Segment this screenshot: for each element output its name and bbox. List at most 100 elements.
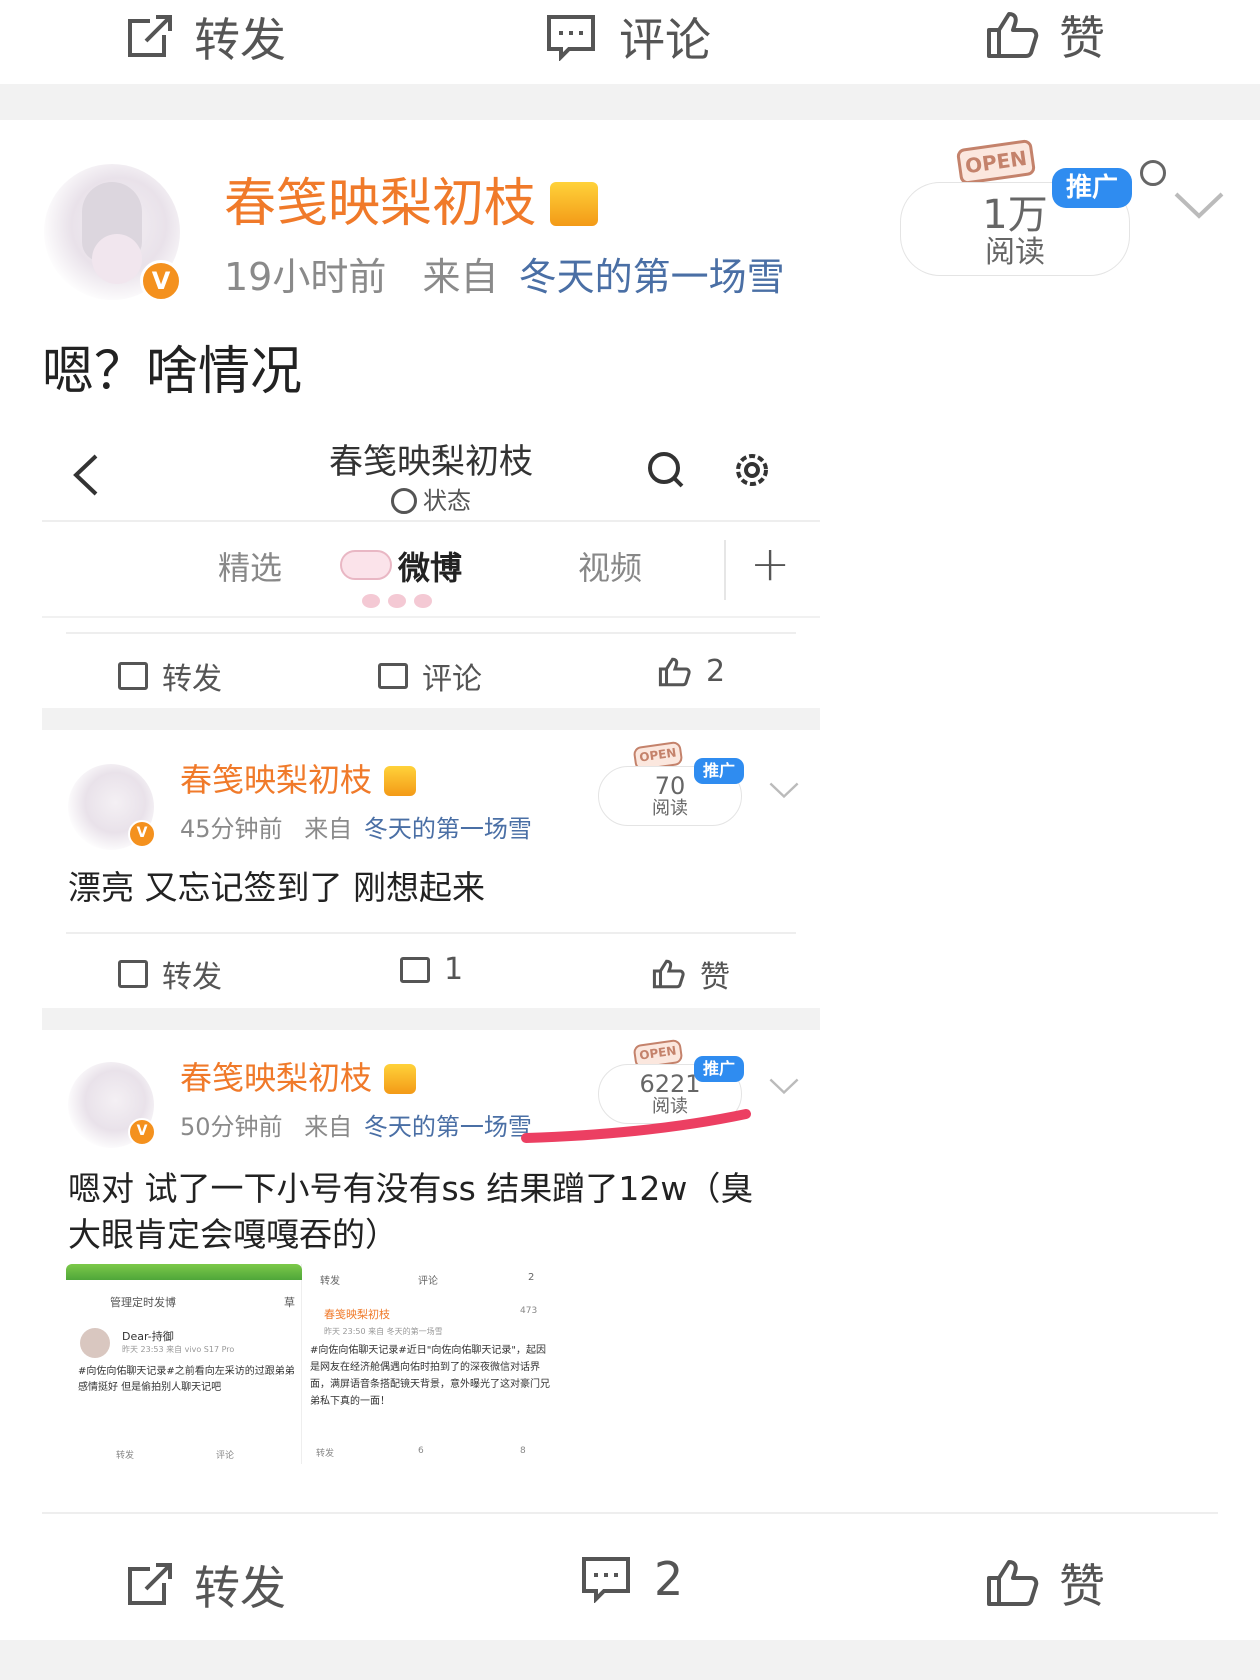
post-source[interactable]: 冬天的第一场雪: [519, 255, 785, 299]
thumb-right-top-like: 2: [528, 1272, 535, 1283]
comment-label: 评论: [422, 662, 482, 697]
tab-selected[interactable]: 精选: [218, 546, 282, 590]
card1-source: 冬天的第一场雪: [363, 815, 532, 843]
comment-button[interactable]: 评论: [545, 4, 711, 70]
like-label: 赞: [1059, 1559, 1105, 1613]
separator: [42, 708, 820, 730]
post-text: 嗯？啥情况: [42, 342, 303, 402]
comment-icon: [400, 956, 430, 983]
thumb-green-bar: [66, 1264, 302, 1280]
promo-badge: 推广: [694, 1056, 744, 1082]
repost-button[interactable]: 转发: [124, 4, 286, 70]
card2-image: 管理定时发博 草 Dear-持御 昨天 23:53 来自 vivo S17 Pr…: [66, 1264, 576, 1464]
chevron-down-icon: [769, 782, 799, 799]
verified-badge: V: [128, 1118, 156, 1146]
card2-time: 50分钟前: [180, 1113, 283, 1141]
thumb-left-right: 草: [284, 1296, 295, 1309]
divider: [66, 932, 796, 934]
post-meta: 19小时前 来自 冬天的第一场雪: [224, 252, 785, 302]
like-icon: [658, 657, 691, 686]
paw-icon: [1140, 160, 1166, 186]
separator: [42, 1008, 820, 1030]
chevron-down-icon: [769, 1078, 799, 1095]
thumb-right-repost: 转发: [316, 1449, 335, 1459]
vip-crown-icon: [550, 182, 598, 226]
card1-repost: 转发: [118, 952, 222, 996]
repost-label: 转发: [162, 960, 222, 995]
inner-comment-button[interactable]: 评论: [378, 654, 482, 698]
repost-button[interactable]: 转发: [124, 1552, 286, 1618]
repost-icon: [128, 15, 172, 57]
post-author[interactable]: 春笺映梨初枝: [224, 172, 536, 236]
post-time: 19小时前: [224, 255, 387, 299]
card2-from: 来自: [304, 1113, 353, 1141]
card1-author: 春笺映梨初枝: [180, 761, 373, 799]
chevron-down-icon[interactable]: [1172, 190, 1226, 220]
repost-label: 转发: [194, 13, 286, 67]
comment-button[interactable]: 2: [580, 1552, 683, 1606]
thumb-right-comment: 6: [418, 1446, 424, 1456]
verified-badge: V: [128, 820, 156, 848]
post-from-label: 来自: [422, 255, 499, 299]
like-button[interactable]: 赞: [985, 1550, 1105, 1616]
card1-read-label: 阅读: [652, 798, 688, 819]
thumb-left-text: #向佐向佑聊天记录#之前看向左采访的过跟弟弟感情挺好 但是偷拍别人聊天记吧: [78, 1366, 295, 1393]
card1-time: 45分钟前: [180, 815, 283, 843]
repost-icon: [118, 662, 148, 690]
comment-count: 1: [444, 952, 464, 987]
thumb-right-author: 春笺映梨初枝: [324, 1308, 390, 1321]
vip-crown-icon: [384, 766, 416, 796]
card2-source: 冬天的第一场雪: [363, 1113, 532, 1141]
red-highlight-stroke: [521, 1109, 751, 1143]
comment-icon: [582, 1557, 630, 1603]
status-label: 状态: [423, 487, 471, 515]
tab-divider: [724, 540, 726, 600]
screenshot-header-title: 春笺映梨初枝: [329, 442, 533, 482]
divider: [66, 632, 796, 634]
bottom-action-bar: 转发 2 赞: [0, 1530, 1260, 1630]
card1-meta: 45分钟前 来自 冬天的第一场雪: [180, 812, 532, 846]
inner-like-button[interactable]: 2: [658, 654, 725, 689]
repost-label: 转发: [194, 1561, 286, 1615]
search-icon: [648, 452, 684, 488]
settings-icon: [736, 454, 768, 486]
like-button[interactable]: 赞: [985, 2, 1105, 68]
card2-text: 嗯对 试了一下小号有没有ss 结果蹭了12w（臭大眼肯定会嘎嘎吞的）: [68, 1169, 754, 1254]
inner-repost-button[interactable]: 转发: [118, 654, 222, 698]
vip-crown-icon: [384, 1064, 416, 1094]
add-tab-button[interactable]: +: [750, 536, 790, 592]
thumb-right-top-repost: 转发: [320, 1276, 340, 1287]
tab-indicator: [362, 594, 446, 608]
repost-icon: [118, 960, 148, 988]
comment-icon: [547, 15, 595, 61]
comment-icon: [378, 663, 408, 689]
like-icon: [652, 959, 685, 989]
like-count: 2: [706, 654, 726, 689]
divider: [42, 616, 820, 618]
like-icon: [987, 12, 1039, 58]
tab-video[interactable]: 视频: [578, 546, 642, 590]
separator: [0, 1640, 1260, 1680]
verified-badge: V: [140, 260, 182, 302]
tab-weibo[interactable]: 微博: [398, 546, 462, 590]
thumb-left-avatar: [80, 1328, 110, 1358]
card1-like: 赞: [652, 952, 730, 996]
like-icon: [987, 1560, 1039, 1606]
weibo-tab-decoration-icon: [340, 550, 392, 580]
promo-badge: 推广: [1052, 168, 1132, 208]
comment-label: 评论: [619, 13, 711, 67]
status-icon: [391, 488, 417, 514]
card1-comment: 1: [400, 952, 463, 987]
thumb-right-like: 8: [520, 1446, 526, 1456]
read-label: 阅读: [985, 235, 1045, 270]
thumb-left-meta: 昨天 23:53 来自 vivo S17 Pro: [122, 1345, 235, 1354]
like-label: 赞: [700, 960, 730, 995]
thumb-left-comment: 评论: [216, 1451, 235, 1461]
thumb-right: 转发 评论 2 春笺映梨初枝 昨天 23:50 来自 冬天的第一场雪 473 #…: [306, 1264, 576, 1464]
embedded-screenshot[interactable]: 春笺映梨初枝 状态 精选 微博 视频 + 转发 评论 2 V 春笺映梨初枝 45…: [42, 440, 820, 1464]
divider: [42, 1512, 1218, 1514]
thumb-left-user: Dear-持御: [122, 1330, 174, 1343]
separator: [0, 84, 1260, 120]
thumb-right-text: #向佐向佑聊天记录#近日"向佐向佑聊天记录"，起因是网友在经济舱偶遇向佑时拍到了…: [310, 1345, 550, 1407]
repost-label: 转发: [162, 662, 222, 697]
